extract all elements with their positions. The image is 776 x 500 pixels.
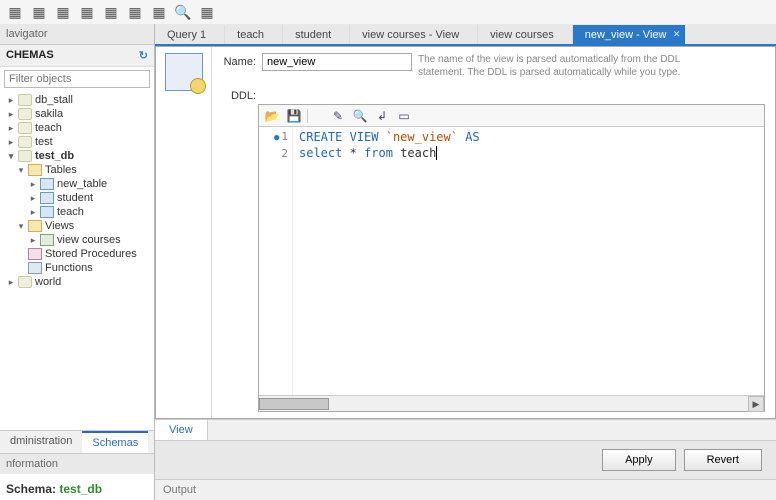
- db-sakila[interactable]: ▸sakila: [0, 107, 154, 121]
- toolbar-search-icon[interactable]: 🔍: [172, 1, 194, 23]
- search-icon[interactable]: 🔍: [351, 107, 369, 125]
- schemas-header: CHEMAS ↻: [0, 45, 154, 67]
- toolbar-icon-2[interactable]: ▦: [28, 1, 50, 23]
- tab-schemas[interactable]: Schemas: [82, 431, 148, 453]
- view-large-icon: [165, 53, 203, 91]
- folder-tables[interactable]: ▾Tables: [0, 163, 154, 177]
- folder-views[interactable]: ▾Views: [0, 219, 154, 233]
- scroll-right-arrow[interactable]: ▶: [748, 396, 764, 412]
- schema-label: Schema:: [6, 482, 56, 496]
- editor-frame: Name: The name of the view is parsed aut…: [155, 46, 776, 419]
- information-header: nformation: [0, 453, 154, 474]
- table-teach[interactable]: ▸teach: [0, 205, 154, 219]
- schema-value: test_db: [59, 482, 102, 496]
- side-tabs: dministration Schemas: [0, 430, 154, 453]
- editor-panel: Query 1 teach student view courses - Vie…: [155, 24, 776, 500]
- name-label: Name:: [216, 53, 256, 68]
- toolbar-icon-4[interactable]: ▦: [76, 1, 98, 23]
- refresh-icon[interactable]: ↻: [139, 49, 148, 62]
- revert-button[interactable]: Revert: [684, 449, 762, 471]
- db-teach[interactable]: ▸teach: [0, 121, 154, 135]
- output-header: Output: [155, 479, 776, 500]
- ddl-toolbar: 📂 💾 ✎ 🔍 ↲ ▭: [259, 105, 764, 127]
- toolbar-icon-9[interactable]: ▦: [196, 1, 218, 23]
- schema-info: Schema: test_db: [0, 474, 154, 500]
- apply-button[interactable]: Apply: [602, 449, 676, 471]
- db-stall[interactable]: ▸db_stall: [0, 93, 154, 107]
- folder-functions[interactable]: Functions: [0, 261, 154, 275]
- table-new-table[interactable]: ▸new_table: [0, 177, 154, 191]
- tab-query1[interactable]: Query 1: [155, 25, 225, 44]
- toolbar-icon-6[interactable]: ▦: [124, 1, 146, 23]
- sub-tab-view[interactable]: View: [155, 420, 208, 440]
- form-area: Name: The name of the view is parsed aut…: [212, 47, 775, 418]
- ddl-label: DDL:: [216, 87, 256, 102]
- tab-strip: Query 1 teach student view courses - Vie…: [155, 24, 776, 46]
- filter-box: [4, 70, 150, 88]
- save-icon[interactable]: 💾: [285, 107, 303, 125]
- view-view-courses[interactable]: ▸view courses: [0, 233, 154, 247]
- toolbar-icon-1[interactable]: ▦: [4, 1, 26, 23]
- ddl-row: DDL:: [212, 81, 775, 102]
- name-input[interactable]: [262, 53, 412, 71]
- sub-tabs: View: [155, 419, 776, 440]
- table-student[interactable]: ▸student: [0, 191, 154, 205]
- code-text[interactable]: CREATE VIEW `new_view` AS select * from …: [293, 127, 764, 395]
- tab-teach[interactable]: teach: [225, 25, 283, 44]
- toolbar-icon-3[interactable]: ▦: [52, 1, 74, 23]
- name-hint: The name of the view is parsed automatic…: [418, 53, 765, 79]
- main-area: lavigator CHEMAS ↻ ▸db_stall ▸sakila ▸te…: [0, 24, 776, 500]
- tab-new-view[interactable]: new_view - View✕: [573, 25, 686, 44]
- beautify-icon[interactable]: ✎: [329, 107, 347, 125]
- view-icon-gutter: [156, 47, 212, 418]
- schemas-title: CHEMAS: [6, 49, 54, 62]
- line-gutter: ●1 2: [259, 127, 293, 395]
- close-icon[interactable]: ✕: [673, 29, 681, 40]
- tab-view-courses[interactable]: view courses: [478, 25, 573, 44]
- horizontal-scrollbar[interactable]: ▶: [259, 395, 764, 411]
- schema-tree: ▸db_stall ▸sakila ▸teach ▸test ▾test_db …: [0, 91, 154, 430]
- toolbar-icon-7[interactable]: ▦: [148, 1, 170, 23]
- wrap-icon[interactable]: ↲: [373, 107, 391, 125]
- db-test[interactable]: ▸test: [0, 135, 154, 149]
- db-test-db[interactable]: ▾test_db: [0, 149, 154, 163]
- folder-stored-procedures[interactable]: Stored Procedures: [0, 247, 154, 261]
- code-area[interactable]: ●1 2 CREATE VIEW `new_view` AS select * …: [259, 127, 764, 395]
- open-icon[interactable]: 📂: [263, 107, 281, 125]
- filter-input[interactable]: [4, 70, 150, 88]
- tab-administration[interactable]: dministration: [0, 431, 82, 453]
- toggle-icon[interactable]: ▭: [395, 107, 413, 125]
- top-toolbar: ▦ ▦ ▦ ▦ ▦ ▦ ▦ 🔍 ▦: [0, 0, 776, 24]
- tab-student[interactable]: student: [283, 25, 350, 44]
- toolbar-icon-5[interactable]: ▦: [100, 1, 122, 23]
- name-row: Name: The name of the view is parsed aut…: [212, 47, 775, 81]
- db-world[interactable]: ▸world: [0, 275, 154, 289]
- tab-view-courses-view[interactable]: view courses - View: [350, 25, 478, 44]
- navigator-header: lavigator: [0, 24, 154, 45]
- scroll-thumb[interactable]: [259, 398, 329, 410]
- button-row: Apply Revert: [155, 440, 776, 479]
- navigator-panel: lavigator CHEMAS ↻ ▸db_stall ▸sakila ▸te…: [0, 24, 155, 500]
- ddl-editor: 📂 💾 ✎ 🔍 ↲ ▭ ●1 2 CREATE VIEW `new_vi: [258, 104, 765, 412]
